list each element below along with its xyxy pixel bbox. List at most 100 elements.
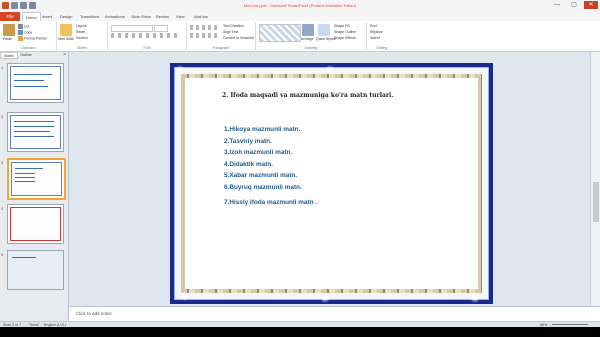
editing-label: Editing: [376, 46, 388, 50]
list-item: 6.Buyruq mazmunli matn.: [224, 183, 302, 191]
slide-thumbnail-3[interactable]: [7, 158, 66, 200]
tab-outline[interactable]: Outline: [18, 52, 35, 59]
file-tab[interactable]: File: [0, 12, 20, 21]
close-button[interactable]: ✕: [584, 1, 598, 9]
copy-label: Copy: [24, 30, 33, 35]
letterbox-bar: [0, 327, 600, 337]
align-text-button[interactable]: Align Text: [223, 30, 238, 34]
paste-icon[interactable]: [3, 24, 15, 36]
tab-slide-show[interactable]: Slide Show: [131, 12, 151, 21]
cut-icon: [18, 24, 23, 29]
list-item: 1.Hikoya mazmunli matn.: [224, 126, 301, 133]
slide-thumbnail-1[interactable]: [7, 63, 64, 103]
sparkle-decoration: [175, 65, 185, 75]
select-button[interactable]: Select: [370, 36, 380, 40]
zoom-slider[interactable]: [552, 324, 588, 325]
slides-group: New Slide Layout Reset Section Slides: [57, 22, 108, 50]
sparkle-decoration: [320, 293, 330, 303]
cut-button[interactable]: Cut: [18, 24, 29, 29]
slide-title[interactable]: 2. Ifoda maqsadi va mazmuniga ko'ra matn…: [222, 90, 432, 102]
replace-button[interactable]: Replace: [370, 30, 383, 34]
font-format-buttons[interactable]: [111, 33, 181, 38]
shape-effects-button[interactable]: Shape Effects: [334, 36, 356, 40]
cut-label: Cut: [24, 24, 30, 29]
text-direction-button[interactable]: Text Direction: [223, 24, 244, 28]
format-painter-icon: [18, 36, 23, 41]
slide-number: 4: [1, 206, 4, 211]
slides-pane: Slides Outline × 1 2 3 4 5: [0, 52, 69, 321]
list-item: 3.Izoh mazmunli matn.: [224, 149, 293, 157]
list-buttons[interactable]: [190, 25, 220, 30]
format-painter-button[interactable]: Format Painter: [18, 36, 47, 41]
tab-insert[interactable]: Insert: [42, 12, 52, 21]
drawing-label: Drawing: [304, 46, 318, 50]
slide-thumbnail-2[interactable]: [7, 112, 64, 152]
notes-placeholder: Click to add notes: [76, 311, 112, 316]
window-title: Ma'ruza.pptx - Microsoft PowerPoint (Pro…: [244, 3, 356, 8]
minimize-button[interactable]: —: [550, 1, 564, 9]
font-group: Font: [108, 22, 187, 50]
ribbon: Paste Cut Copy Format Painter Clipboard …: [0, 21, 600, 52]
ribbon-tabs: File Home Insert Design Transitions Anim…: [0, 12, 600, 22]
tab-slides[interactable]: Slides: [0, 52, 18, 59]
font-label: Font: [143, 46, 151, 50]
layout-button[interactable]: Layout: [76, 24, 87, 28]
language[interactable]: English (U.S.): [44, 323, 66, 327]
quick-styles-icon[interactable]: [318, 24, 330, 36]
arrange-icon[interactable]: [302, 24, 314, 36]
arrange-button[interactable]: Arrange: [301, 37, 313, 41]
tab-review[interactable]: Review: [156, 12, 169, 21]
shapes-gallery[interactable]: [259, 24, 301, 42]
maximize-button[interactable]: ▢: [567, 1, 581, 9]
new-slide-icon[interactable]: [60, 24, 72, 36]
font-name-combo[interactable]: [111, 25, 153, 32]
tab-view[interactable]: View: [176, 12, 185, 21]
slide-thumbnail-5[interactable]: [7, 250, 64, 290]
powerpoint-window: Ma'ruza.pptx - Microsoft PowerPoint (Pro…: [0, 0, 600, 337]
current-slide[interactable]: 2. Ifoda maqsadi va mazmuniga ko'ra matn…: [170, 63, 493, 304]
list-item: 2.Tasviriy matn.: [224, 137, 272, 145]
clipboard-group: Paste Cut Copy Format Painter Clipboard: [0, 22, 57, 50]
tab-animations[interactable]: Animations: [105, 12, 125, 21]
slide-number: 2: [1, 114, 4, 119]
sparkle-decoration: [470, 293, 480, 303]
slide-number: 3: [1, 160, 4, 165]
copy-button[interactable]: Copy: [18, 30, 32, 35]
tab-design[interactable]: Design: [60, 12, 72, 21]
zoom-level[interactable]: 65%: [540, 323, 547, 327]
tab-add-ins[interactable]: Add-Ins: [194, 12, 208, 21]
copy-icon: [18, 30, 23, 35]
slide-bullet-list[interactable]: 1.Hikoya mazmunli matn. 2.Tasviriy matn.…: [224, 124, 302, 194]
theme-name: "Tema": [28, 322, 40, 327]
slide-number: 1: [1, 65, 4, 70]
shape-outline-button[interactable]: Shape Outline: [334, 30, 356, 34]
sparkle-decoration: [180, 291, 190, 301]
align-buttons[interactable]: [190, 33, 220, 38]
slide-info: Slide 3 of 7: [3, 322, 21, 327]
vertical-scrollbar[interactable]: [590, 52, 600, 306]
shape-fill-button[interactable]: Shape Fill: [334, 24, 350, 28]
font-size-combo[interactable]: [154, 25, 168, 32]
scrollbar-thumb[interactable]: [593, 182, 599, 222]
tab-transitions[interactable]: Transitions: [80, 12, 99, 21]
list-item: 5.Xabar mazmunli matn.: [224, 172, 298, 180]
list-item-last[interactable]: 7.Hissiy ifoda mazmunli matn .: [224, 199, 317, 206]
drawing-group: Arrange Quick Styles Shape Fill Shape Ou…: [256, 22, 367, 50]
quick-styles-button[interactable]: Quick Styles: [316, 37, 335, 41]
format-painter-label: Format Painter: [24, 36, 48, 41]
convert-smartart-button[interactable]: Convert to SmartArt: [223, 36, 254, 40]
new-slide-button[interactable]: New Slide: [58, 37, 74, 41]
slides-label: Slides: [77, 46, 87, 50]
reset-button[interactable]: Reset: [76, 30, 85, 34]
paragraph-group: Text Direction Align Text Convert to Sma…: [187, 22, 256, 50]
slide-thumbnail-4[interactable]: [7, 204, 64, 244]
notes-pane[interactable]: Click to add notes: [69, 306, 600, 322]
paste-button[interactable]: Paste: [3, 37, 12, 41]
clipboard-label: Clipboard: [20, 46, 36, 50]
paragraph-label: Paragraph: [212, 46, 230, 50]
sparkle-decoration: [325, 65, 335, 75]
close-pane-icon[interactable]: ×: [63, 52, 66, 58]
editing-group: Find Replace Select Editing: [367, 22, 397, 50]
find-button[interactable]: Find: [370, 24, 377, 28]
section-button[interactable]: Section: [76, 36, 88, 40]
